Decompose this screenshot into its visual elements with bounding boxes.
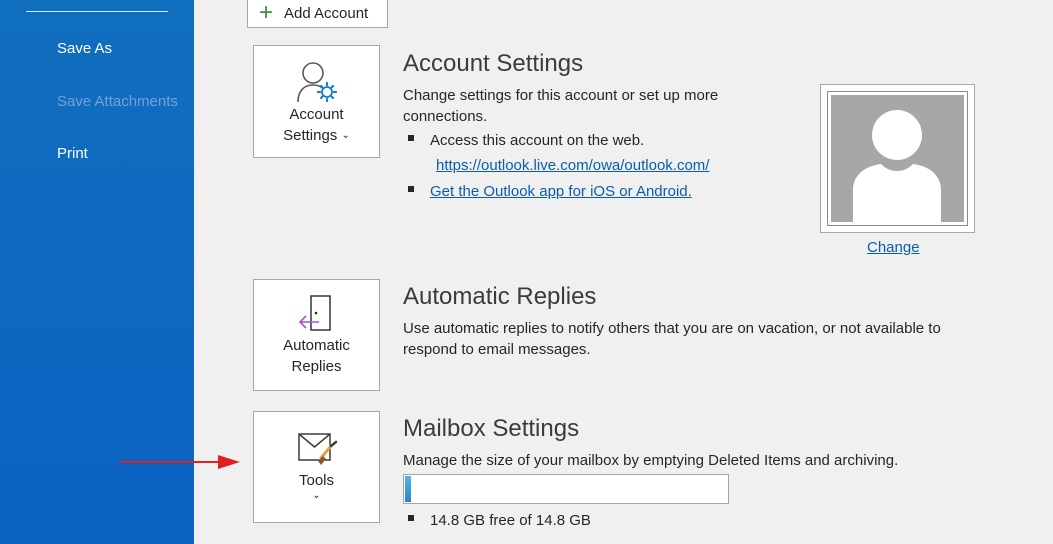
chevron-down-icon: ⌄ [341,130,350,141]
list-item: Get the Outlook app for iOS or Android. [408,181,692,202]
add-account-label: Add Account [284,4,369,22]
bullet-icon [408,515,414,522]
account-settings-description: Change settings for this account or set … [403,87,719,125]
tools-button[interactable]: Tools ⌄ [253,411,380,523]
automatic-replies-icon [297,295,337,335]
account-settings-title: Account Settings [403,50,584,77]
tools-label: Tools [298,472,335,489]
storage-free-text: 14.8 GB free of 14.8 GB [430,512,591,529]
nav-item-save-as[interactable]: Save As [57,40,112,57]
account-settings-label-text: Settings [283,127,338,144]
automatic-replies-label-line2: Replies [291,358,342,375]
outlook-app-link[interactable]: Get the Outlook app for iOS or Android. [430,183,692,200]
account-settings-button[interactable]: Account Settings ⌄ [253,45,380,158]
mailbox-settings-description: Manage the size of your mailbox by empty… [403,452,899,469]
avatar-placeholder-icon [831,95,964,222]
automatic-replies-button[interactable]: Automatic Replies [253,279,380,391]
list-item: 14.8 GB free of 14.8 GB [408,510,591,531]
list-item: https://outlook.live.com/owa/outlook.com… [436,155,709,176]
plus-icon: + [258,0,273,26]
main-content: + Add Account Account Settings ⌄ Account… [194,0,1053,544]
list-item: Access this account on the web. [408,130,644,151]
mailbox-storage-progress [403,474,729,504]
add-account-button[interactable]: + Add Account [247,0,388,28]
automatic-replies-description: Use automatic replies to notify others t… [403,320,941,358]
automatic-replies-title: Automatic Replies [403,283,597,310]
automatic-replies-label-line1: Automatic [283,337,350,354]
annotation-arrow-icon [120,452,242,477]
outlook-web-link[interactable]: https://outlook.live.com/owa/outlook.com… [436,157,709,174]
bullet-icon [408,135,414,142]
nav-divider [26,11,168,12]
account-settings-label-line2: Settings ⌄ [283,125,350,148]
chevron-down-icon: ⌄ [312,490,321,501]
tools-icon [296,430,338,470]
profile-photo[interactable] [820,84,975,233]
storage-progress-fill [405,476,411,502]
nav-item-print[interactable]: Print [57,145,88,162]
account-settings-label-line1: Account [289,106,344,123]
web-access-text: Access this account on the web. [430,132,645,149]
photo-border [827,91,968,226]
account-settings-icon [296,60,338,104]
nav-item-save-attachments: Save Attachments [57,93,178,110]
change-photo-link[interactable]: Change [867,239,920,256]
mailbox-settings-title: Mailbox Settings [403,415,580,442]
bullet-icon [408,186,414,193]
